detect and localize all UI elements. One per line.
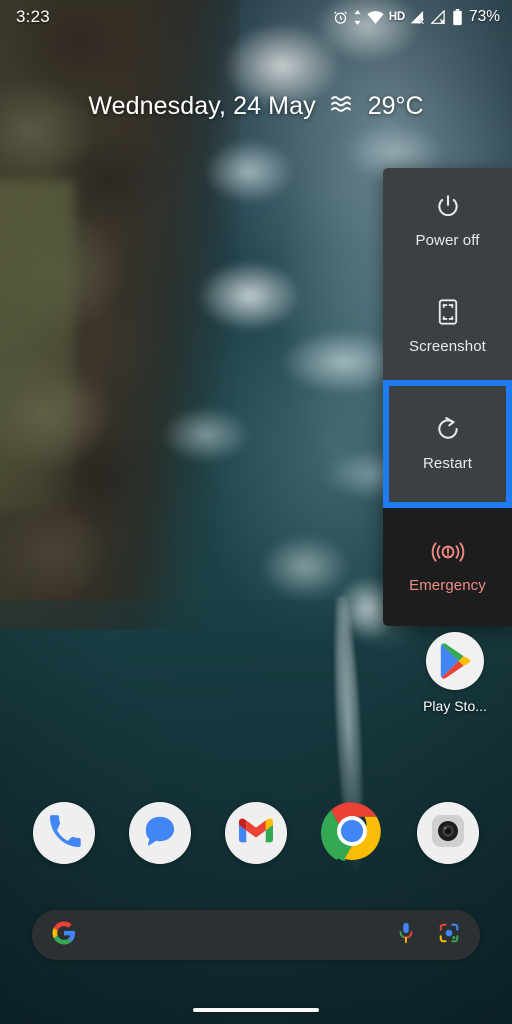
date-weather-widget[interactable]: Wednesday, 24 May 29°C <box>0 92 512 121</box>
battery-icon <box>452 8 463 26</box>
microphone-icon[interactable] <box>396 922 416 949</box>
gmail-icon <box>239 818 273 849</box>
camera-icon <box>428 811 468 856</box>
google-lens-icon[interactable] <box>438 922 460 949</box>
dock-item-messages[interactable] <box>129 802 191 864</box>
signal-no-sim-1-icon <box>410 10 426 25</box>
android-home-screen: 3:23 HD 73% Wednesday, 24 May 29°C Power… <box>0 0 512 1024</box>
dock <box>0 798 512 868</box>
power-menu-label: Screenshot <box>409 338 486 355</box>
dock-item-chrome[interactable] <box>321 802 383 864</box>
power-off-icon <box>435 193 461 224</box>
search-actions <box>396 922 460 949</box>
dock-item-phone[interactable] <box>33 802 95 864</box>
alarm-icon <box>333 10 348 25</box>
hd-icon: HD <box>388 11 405 23</box>
status-bar[interactable]: 3:23 HD 73% <box>0 0 512 34</box>
power-menu-item-emergency[interactable]: Emergency <box>383 508 512 626</box>
play-store-icon <box>426 632 484 690</box>
battery-percent-label: 73% <box>468 8 500 25</box>
google-g-icon <box>52 921 76 950</box>
status-bar-clock: 3:23 <box>16 7 50 26</box>
app-icon-play-store[interactable]: Play Sto... <box>398 632 512 714</box>
google-search-bar[interactable] <box>32 910 480 960</box>
messages-icon <box>142 813 178 854</box>
power-menu-label: Restart <box>422 455 473 472</box>
power-menu-item-restart[interactable]: Restart <box>383 380 512 508</box>
signal-no-sim-2-icon <box>430 9 447 25</box>
power-menu-item-power-off[interactable]: Power off <box>383 168 512 274</box>
power-menu-label: Emergency <box>409 577 486 594</box>
wifi-icon <box>367 10 384 25</box>
gesture-nav-pill[interactable] <box>193 1008 319 1012</box>
chrome-icon <box>321 802 383 864</box>
phone-icon <box>47 814 81 853</box>
power-menu-item-screenshot[interactable]: Screenshot <box>383 274 512 380</box>
emergency-icon <box>431 540 465 569</box>
search-input[interactable] <box>76 910 396 960</box>
app-label: Play Sto... <box>423 698 487 714</box>
status-bar-icons: HD 73% <box>333 8 500 26</box>
haze-waves-icon <box>329 93 355 120</box>
data-transfer-icon <box>353 9 362 25</box>
date-label: Wednesday, 24 May <box>88 92 316 120</box>
restart-icon <box>435 416 461 447</box>
temperature-label: 29°C <box>367 92 424 120</box>
dock-item-camera[interactable] <box>417 802 479 864</box>
screenshot-icon <box>436 299 460 330</box>
power-menu-panel: Power off Screenshot Restart Emergency <box>383 168 512 626</box>
dock-item-gmail[interactable] <box>225 802 287 864</box>
power-menu-label: Power off <box>415 232 480 249</box>
